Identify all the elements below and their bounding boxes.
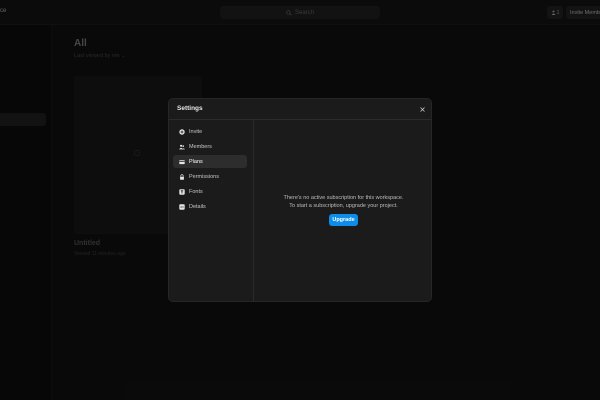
message-line-2: To start a subscription, upgrade your pr… (289, 203, 398, 209)
close-button[interactable] (417, 104, 427, 114)
close-icon (419, 106, 425, 112)
nav-item-label: Invite (189, 128, 203, 135)
modal-title: Settings (177, 105, 203, 112)
details-icon (179, 203, 185, 210)
message-line-1: There's no active subscription for this … (283, 195, 404, 201)
users-icon (179, 144, 185, 149)
nav-item-details[interactable]: Details (173, 200, 247, 213)
nav-item-invite[interactable]: Invite (173, 125, 247, 138)
lock-icon (180, 173, 184, 180)
nav-item-members[interactable]: Members (173, 140, 247, 153)
plus-circle-icon (179, 128, 185, 135)
nav-item-label: Members (189, 143, 212, 150)
modal-header: Settings (169, 99, 431, 120)
nav-item-label: Details (189, 203, 206, 210)
upgrade-button[interactable]: Upgrade (329, 214, 358, 226)
settings-nav: Invite Members Plans Permissions Fonts D… (169, 120, 254, 301)
font-icon (179, 188, 185, 195)
nav-item-fonts[interactable]: Fonts (173, 185, 247, 198)
nav-item-permissions[interactable]: Permissions (173, 170, 247, 183)
nav-item-plans[interactable]: Plans (173, 155, 247, 168)
plans-panel: There's no active subscription for this … (254, 120, 431, 301)
nav-item-label: Permissions (189, 173, 219, 180)
settings-modal: Settings Invite Members Plans Permission… (168, 98, 432, 302)
subscription-message: There's no active subscription for this … (254, 194, 431, 210)
nav-item-label: Plans (189, 158, 203, 165)
nav-item-label: Fonts (189, 188, 203, 195)
card-icon (179, 159, 185, 164)
